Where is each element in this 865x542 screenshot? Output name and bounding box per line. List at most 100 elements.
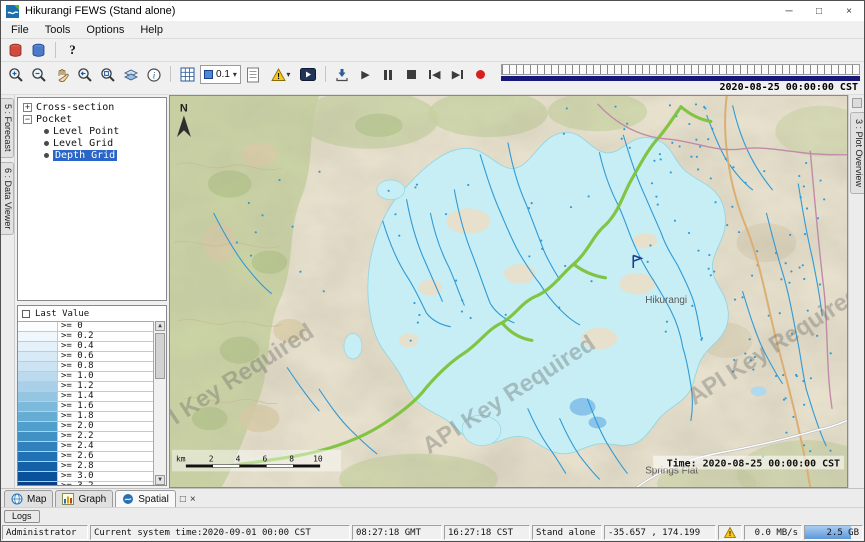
legend-header: Last Value bbox=[18, 306, 166, 321]
panel-actions: □ × bbox=[178, 494, 200, 507]
info-button[interactable]: i bbox=[143, 64, 164, 85]
zoom-out-icon bbox=[31, 67, 47, 83]
zoom-extent-button[interactable] bbox=[97, 64, 118, 85]
close-panel-icon[interactable]: × bbox=[190, 494, 196, 505]
database-red-button[interactable] bbox=[5, 40, 26, 61]
logs-button[interactable]: Logs bbox=[4, 510, 40, 523]
record-button[interactable] bbox=[470, 64, 491, 85]
timeseries-doc-button[interactable] bbox=[243, 64, 264, 85]
legend-swatch bbox=[18, 462, 58, 471]
svg-text:!: ! bbox=[728, 530, 732, 538]
svg-text:N: N bbox=[180, 103, 188, 115]
last-value-checkbox[interactable] bbox=[22, 310, 30, 318]
scroll-thumb[interactable] bbox=[155, 333, 165, 379]
tab-map[interactable]: Map bbox=[4, 490, 53, 507]
scroll-down-icon[interactable]: ▼ bbox=[155, 475, 165, 485]
close-button[interactable]: × bbox=[834, 1, 864, 21]
app-window: Hikurangi FEWS (Stand alone) ─ □ × File … bbox=[0, 0, 865, 542]
threshold-combo[interactable]: 0.1 ▾ bbox=[200, 65, 241, 84]
app-icon bbox=[6, 5, 19, 18]
tab-plot-overview[interactable]: 3 : Plot Overview bbox=[850, 112, 864, 194]
timeline-slider[interactable] bbox=[501, 64, 860, 75]
svg-text:2: 2 bbox=[209, 455, 214, 464]
tab-graph[interactable]: Graph bbox=[55, 490, 113, 507]
warnings-dropdown-button[interactable]: ! ▾ bbox=[266, 64, 296, 85]
layers-icon bbox=[123, 67, 139, 83]
tab-data-viewer[interactable]: 6 : Data Viewer bbox=[1, 162, 14, 235]
status-bar: Administrator Current system time:2020-0… bbox=[1, 524, 864, 541]
tree-item-level-grid[interactable]: Level Grid bbox=[18, 137, 166, 149]
legend-panel: Last Value >= 0 >= 0.2 >= 0.4 >= 0.6 >= … bbox=[17, 305, 167, 486]
skip-end-button[interactable]: ▶ bbox=[447, 64, 468, 85]
map-time-annotation: Time: 2020-08-25 00:00:00 CST bbox=[653, 456, 844, 470]
animation-display-button[interactable] bbox=[298, 64, 319, 85]
current-timestep-label: 2020-08-25 00:00:00 CST bbox=[501, 81, 860, 93]
document-icon bbox=[246, 67, 260, 83]
svg-text:!: ! bbox=[277, 71, 280, 81]
legend-swatch bbox=[18, 432, 58, 441]
tree-item-level-point[interactable]: Level Point bbox=[18, 125, 166, 137]
legend-header-label: Last Value bbox=[35, 309, 89, 319]
export-button[interactable] bbox=[332, 64, 353, 85]
stop-icon bbox=[407, 70, 416, 79]
tab-spatial[interactable]: Spatial bbox=[115, 490, 176, 507]
menu-file[interactable]: File bbox=[3, 22, 37, 38]
left-tab-strip: 5 : Forecast 6 : Data Viewer bbox=[1, 95, 15, 488]
zoom-previous-icon bbox=[77, 67, 93, 83]
collapse-icon[interactable]: − bbox=[23, 115, 32, 124]
legend-swatch bbox=[18, 342, 58, 351]
skip-start-button[interactable]: ▶ bbox=[424, 64, 445, 85]
title-bar: Hikurangi FEWS (Stand alone) ─ □ × bbox=[1, 1, 864, 21]
stop-button[interactable] bbox=[401, 64, 422, 85]
bottom-tab-bar: Map Graph Spatial □ × bbox=[1, 488, 864, 507]
map-viewport[interactable]: API Key Required API Key Required API Ke… bbox=[169, 95, 848, 488]
maximize-button[interactable]: □ bbox=[804, 1, 834, 21]
legend-swatch bbox=[18, 352, 58, 361]
grid-display-button[interactable] bbox=[177, 64, 198, 85]
right-tab-strip: 3 : Plot Overview bbox=[848, 95, 864, 488]
panel-pin-icon[interactable] bbox=[852, 98, 862, 108]
zoom-in-button[interactable] bbox=[5, 64, 26, 85]
legend-swatch bbox=[18, 392, 58, 401]
legend-swatch bbox=[18, 382, 58, 391]
zoom-out-button[interactable] bbox=[28, 64, 49, 85]
zoom-previous-button[interactable] bbox=[74, 64, 95, 85]
map-canvas[interactable]: API Key Required API Key Required API Ke… bbox=[170, 96, 847, 487]
pan-hand-icon bbox=[54, 67, 70, 83]
scroll-up-icon[interactable]: ▲ bbox=[155, 321, 165, 331]
toolbar-main: ? bbox=[1, 39, 864, 62]
globe-icon bbox=[11, 493, 23, 505]
help-button[interactable]: ? bbox=[62, 40, 83, 61]
tree-item-label-selected: Depth Grid bbox=[53, 150, 117, 161]
layers-button[interactable] bbox=[120, 64, 141, 85]
tab-forecast[interactable]: 5 : Forecast bbox=[1, 98, 14, 158]
database-red-icon bbox=[8, 43, 23, 58]
tree-item-pocket[interactable]: − Pocket bbox=[18, 113, 166, 125]
maximize-panel-icon[interactable]: □ bbox=[180, 494, 186, 505]
status-cst-time: 16:27:18 CST bbox=[444, 525, 530, 540]
database-blue-button[interactable] bbox=[28, 40, 49, 61]
tree-item-label: Level Point bbox=[53, 126, 119, 137]
menu-options[interactable]: Options bbox=[78, 22, 132, 38]
menu-help[interactable]: Help bbox=[132, 22, 171, 38]
status-warning-cell[interactable]: ! bbox=[718, 525, 742, 540]
layers-panel: + Cross-section − Pocket Level Point Lev… bbox=[15, 95, 169, 488]
pause-button[interactable] bbox=[378, 64, 399, 85]
layer-tree: + Cross-section − Pocket Level Point Lev… bbox=[17, 97, 167, 301]
pan-button[interactable] bbox=[51, 64, 72, 85]
play-button[interactable]: ▶ bbox=[355, 64, 376, 85]
movie-icon bbox=[300, 68, 316, 81]
minimize-button[interactable]: ─ bbox=[774, 1, 804, 21]
menu-tools[interactable]: Tools bbox=[37, 22, 79, 38]
legend-swatch bbox=[18, 482, 58, 485]
chevron-down-icon: ▾ bbox=[286, 70, 290, 79]
timeline-area: 2020-08-25 00:00:00 CST bbox=[501, 64, 860, 93]
window-controls: ─ □ × bbox=[774, 1, 864, 21]
expand-icon[interactable]: + bbox=[23, 103, 32, 112]
layer-bullet-icon bbox=[44, 129, 49, 134]
status-mode: Stand alone bbox=[532, 525, 602, 540]
window-title: Hikurangi FEWS (Stand alone) bbox=[25, 5, 175, 17]
tree-item-cross-section[interactable]: + Cross-section bbox=[18, 101, 166, 113]
tree-item-depth-grid[interactable]: Depth Grid bbox=[18, 149, 166, 161]
legend-scrollbar[interactable]: ▲ ▼ bbox=[153, 321, 166, 485]
